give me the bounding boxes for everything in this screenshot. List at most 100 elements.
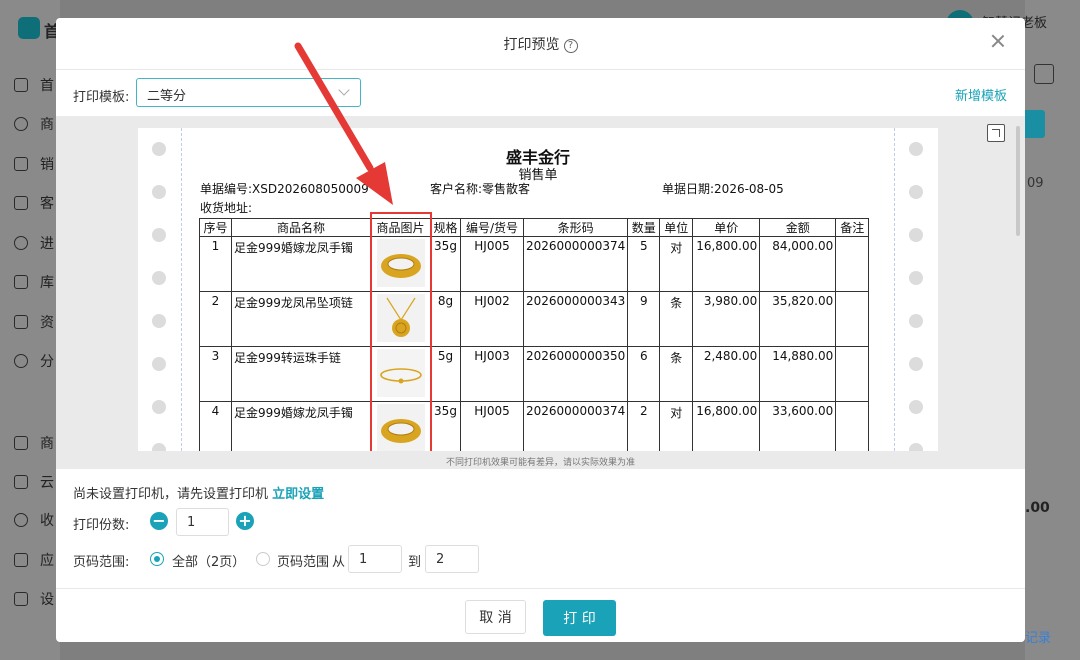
expand-icon[interactable] <box>987 124 1005 142</box>
print-button[interactable]: 打 印 <box>543 600 616 636</box>
column-header: 备注 <box>835 218 870 237</box>
hole <box>152 271 166 285</box>
template-label: 打印模板: <box>73 90 130 105</box>
app-record-link[interactable]: 记录 <box>1025 627 1051 646</box>
column-header: 数量 <box>627 218 661 237</box>
cell-qty: 6 <box>627 346 661 402</box>
column-header: 单位 <box>659 218 694 237</box>
sidebar-item[interactable]: 库 <box>14 272 60 292</box>
cell-unit: 条 <box>659 346 694 402</box>
sidebar-item-icon <box>14 157 28 171</box>
app-total-value: .00 <box>1025 500 1050 516</box>
sidebar-item-label: 设 <box>40 592 54 608</box>
sidebar-item[interactable]: 进 <box>14 233 60 253</box>
table-row: 3 足金999转运珠手链 5g HJ003 2026000000350 6 条 2,480.0… <box>199 346 870 402</box>
sidebar-item-icon <box>14 117 28 131</box>
sidebar-item-label: 销 <box>40 157 54 173</box>
fullscreen-icon[interactable] <box>1034 64 1054 84</box>
cell-no: 4 <box>199 401 232 451</box>
cell-price: 16,800.00 <box>692 401 761 451</box>
document-date: 单据日期:2026-08-05 <box>662 182 784 196</box>
preview-area[interactable]: 盛丰金行 销售单 单据编号:XSD202608050009 客户名称:零售散客 … <box>56 116 1025 469</box>
sidebar-item[interactable]: 应 <box>14 550 60 570</box>
hole <box>152 314 166 328</box>
add-template-link[interactable]: 新增模板 <box>955 85 1007 104</box>
cell-amount: 33,600.00 <box>759 401 837 451</box>
table-row: 2 足金999龙凤吊坠项链 8g HJ002 2026000000343 9 条 3,980.… <box>199 291 870 347</box>
sidebar-item[interactable]: 分 <box>14 351 60 371</box>
close-icon[interactable] <box>989 32 1007 50</box>
cell-unit: 对 <box>659 401 694 451</box>
sidebar-item[interactable]: 首 <box>14 75 60 95</box>
template-select[interactable]: 二等分 <box>136 78 361 107</box>
cell-unit: 条 <box>659 291 694 347</box>
hole <box>909 357 923 371</box>
dialog-footer: 取 消 打 印 <box>56 588 1025 642</box>
sidebar-item-icon <box>14 513 28 527</box>
column-header: 单价 <box>692 218 761 237</box>
image-column-highlight <box>370 212 432 451</box>
cell-barcode: 2026000000374 <box>522 236 629 292</box>
cell-amount: 84,000.00 <box>759 236 837 292</box>
sidebar-item-label: 首 <box>40 78 54 94</box>
sidebar-item-label: 资 <box>40 315 54 331</box>
cell-qty: 2 <box>627 401 661 451</box>
cell-code: HJ002 <box>460 291 524 347</box>
sidebar-item[interactable]: 客 <box>14 193 60 213</box>
decrease-copies-button[interactable]: − <box>150 512 168 530</box>
print-paper: 盛丰金行 销售单 单据编号:XSD202608050009 客户名称:零售散客 … <box>138 128 938 451</box>
cell-barcode: 2026000000374 <box>522 401 629 451</box>
sidebar-item-icon <box>14 553 28 567</box>
cell-qty: 5 <box>627 236 661 292</box>
cell-name: 足金999婚嫁龙凤手镯 <box>231 236 371 292</box>
cell-no: 2 <box>199 291 232 347</box>
sidebar-item-label: 商 <box>40 117 54 133</box>
table-row: 4 足金999婚嫁龙凤手镯 35g HJ005 2026000000374 2 对 16,80… <box>199 401 870 451</box>
increase-copies-button[interactable]: + <box>236 512 254 530</box>
sidebar-item-icon <box>14 315 28 329</box>
page-from-input[interactable] <box>348 545 402 573</box>
cell-remark <box>835 291 870 347</box>
range-all-radio[interactable] <box>150 552 164 566</box>
cell-amount: 35,820.00 <box>759 291 837 347</box>
cancel-button[interactable]: 取 消 <box>465 600 526 634</box>
copies-input[interactable] <box>176 508 229 536</box>
sidebar-item[interactable]: 资 <box>14 312 60 332</box>
sidebar-item-icon <box>14 592 28 606</box>
column-header: 规格 <box>430 218 461 237</box>
hole <box>909 400 923 414</box>
range-custom-radio[interactable] <box>256 552 270 566</box>
sidebar-item[interactable]: 设 <box>14 589 60 609</box>
cell-remark <box>835 236 870 292</box>
help-icon[interactable]: ? <box>563 39 578 53</box>
range-all-label[interactable]: 全部（2页） <box>172 551 245 570</box>
dialog-title-text: 打印预览 <box>503 37 560 53</box>
hole <box>909 185 923 199</box>
page-to-input[interactable] <box>425 545 479 573</box>
sidebar-item-label: 商 <box>40 436 54 452</box>
sidebar-item[interactable]: 商 <box>14 114 60 134</box>
sidebar-item-icon <box>14 436 28 450</box>
sidebar-item[interactable]: 收 <box>14 510 60 530</box>
app-action-button[interactable] <box>1025 110 1045 138</box>
sidebar-item-icon <box>14 236 28 250</box>
sidebar-item[interactable]: 商 <box>14 433 60 453</box>
printer-note: 尚未设置打印机，请先设置打印机 立即设置 <box>73 483 324 502</box>
hole <box>152 185 166 199</box>
app-value: 09 <box>1027 176 1044 191</box>
sidebar-item[interactable]: 销 <box>14 154 60 174</box>
cell-remark <box>835 401 870 451</box>
cell-spec: 35g <box>430 401 461 451</box>
hole <box>152 357 166 371</box>
cell-price: 2,480.00 <box>692 346 761 402</box>
sidebar-item-icon <box>14 275 28 289</box>
cell-name: 足金999转运珠手链 <box>231 346 371 402</box>
customer-name: 客户名称:零售散客 <box>430 182 531 196</box>
range-from-label: 从 <box>332 555 346 570</box>
setup-printer-link[interactable]: 立即设置 <box>272 487 324 502</box>
sidebar-item[interactable]: 云 <box>14 472 60 492</box>
range-custom-label[interactable]: 页码范围 <box>277 551 329 570</box>
hole <box>909 228 923 242</box>
scrollbar[interactable] <box>1016 126 1020 236</box>
column-header: 商品名称 <box>231 218 371 237</box>
